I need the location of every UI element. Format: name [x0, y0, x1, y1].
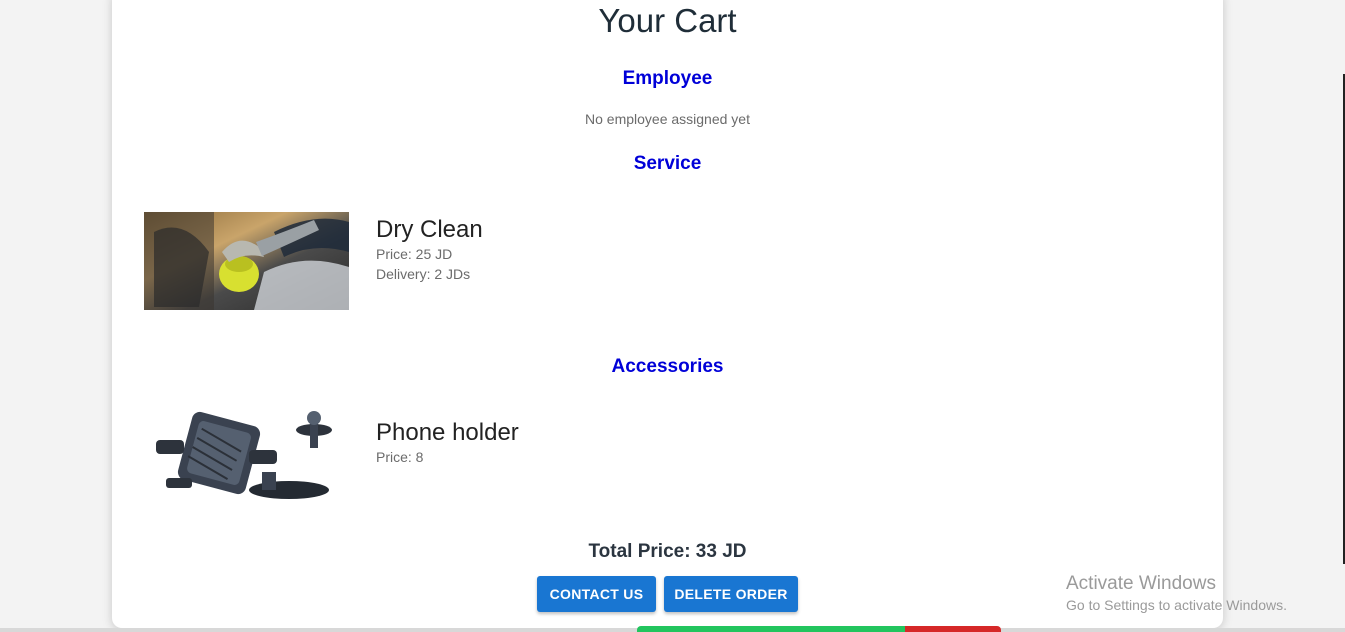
accessories-heading: Accessories [611, 356, 724, 377]
delete-order-button[interactable]: DELETE ORDER [664, 576, 798, 612]
service-item-name: Dry Clean [376, 216, 483, 243]
contact-us-button[interactable]: CONTACT US [537, 576, 656, 612]
service-item-delivery: Delivery: 2 JDs [376, 266, 471, 282]
bottom-green-bar [637, 626, 905, 632]
activate-windows-title: Activate Windows [1066, 573, 1216, 594]
dry-clean-photo-icon [144, 212, 349, 310]
employee-heading: Employee [622, 68, 713, 89]
phone-holder-photo-icon [144, 410, 349, 510]
service-item-price: Price: 25 JD [376, 246, 453, 262]
service-image [144, 212, 349, 310]
accessory-image [144, 410, 349, 510]
service-heading: Service [633, 153, 702, 174]
accessory-item-price: Price: 8 [376, 449, 424, 465]
app-viewport: Your Cart Employee No employee assigned … [0, 0, 1345, 632]
cart-card: Your Cart Employee No employee assigned … [112, 0, 1223, 628]
bottom-red-bar [905, 626, 1001, 632]
accessory-item-name: Phone holder [376, 419, 519, 446]
total-price: Total Price: 33 JD [588, 541, 747, 562]
page-title: Your Cart [598, 2, 737, 39]
employee-status: No employee assigned yet [585, 111, 750, 127]
activate-windows-subtitle: Go to Settings to activate Windows. [1066, 597, 1287, 613]
